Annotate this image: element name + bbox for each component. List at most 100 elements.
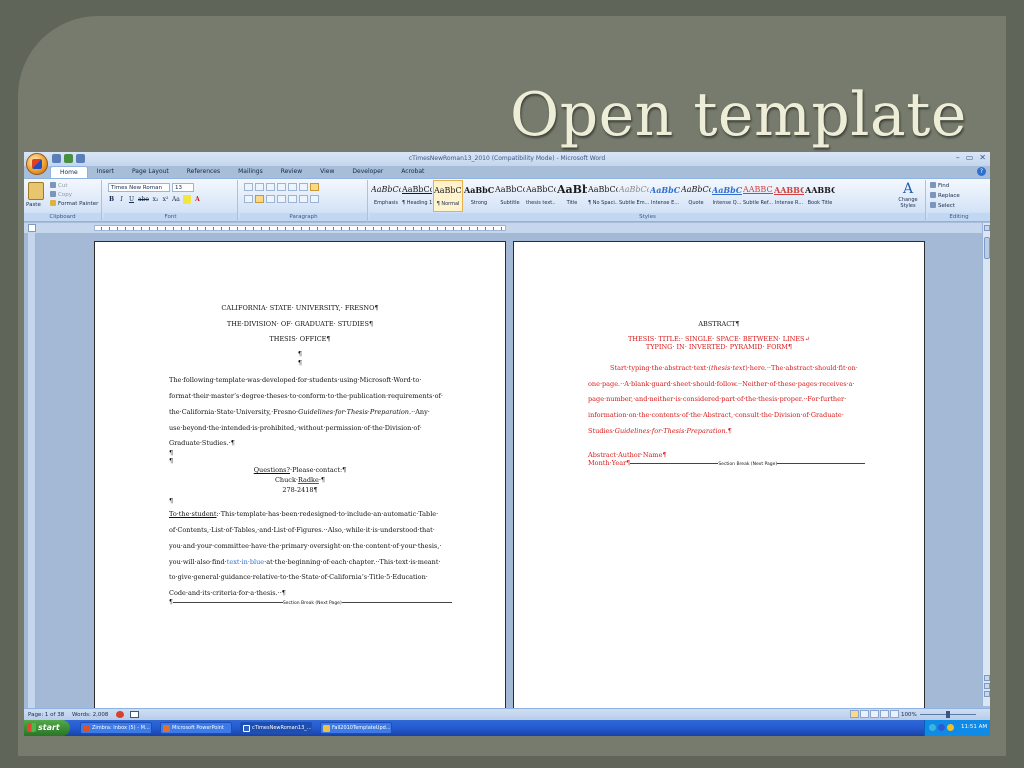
style-tile[interactable]: AaBbCcI Subtitle — [495, 180, 525, 212]
tab-mailings[interactable]: Mailings — [229, 166, 272, 178]
paste-icon[interactable] — [28, 182, 44, 200]
network-icon[interactable] — [929, 724, 936, 731]
numbering-icon[interactable] — [255, 183, 264, 191]
office-button[interactable] — [26, 153, 48, 175]
align-center-icon[interactable] — [255, 195, 264, 203]
align-left-icon[interactable] — [244, 195, 253, 203]
copy-button[interactable]: Copy — [50, 191, 72, 198]
style-tile[interactable]: AaBb(Title — [557, 180, 587, 212]
full-screen-view-button[interactable] — [860, 710, 869, 718]
highlight-icon[interactable] — [182, 195, 191, 204]
font-name-select[interactable]: Times New Roman — [108, 183, 170, 192]
scroll-thumb[interactable] — [984, 237, 990, 259]
print-layout-view-button[interactable] — [850, 710, 859, 718]
style-tile[interactable]: AaBbCcI Subtle Em... — [619, 180, 649, 212]
taskbar-item-folder[interactable]: Fall2010TemplateUpd... — [320, 722, 392, 734]
style-tile[interactable]: AABBCCI Intense R... — [774, 180, 804, 212]
select-button[interactable]: Select — [930, 202, 955, 209]
style-name: Subtitle — [500, 200, 520, 206]
proofing-icon[interactable] — [116, 711, 124, 718]
style-tile[interactable]: AaBbCcI ¶ Heading 1 — [402, 180, 432, 212]
format-painter-button[interactable]: Format Painter — [50, 200, 98, 207]
line-spacing-icon[interactable] — [288, 195, 297, 203]
find-button[interactable]: Find — [930, 182, 949, 189]
style-tile[interactable]: AABBCCI Book Title — [805, 180, 835, 212]
bullets-icon[interactable] — [244, 183, 253, 191]
select-browse-object-button[interactable] — [984, 683, 990, 689]
macro-record-icon[interactable] — [130, 711, 139, 718]
draft-view-button[interactable] — [890, 710, 899, 718]
previous-page-button[interactable] — [984, 675, 990, 681]
section-break: ¶ Section Break (Next Page) — [169, 599, 452, 606]
style-tile[interactable]: AABBCC Subtle Ref... — [743, 180, 773, 212]
style-tile[interactable]: AaBbCcI Intense E... — [650, 180, 680, 212]
start-button[interactable]: start — [24, 720, 70, 736]
minimize-button[interactable]: – — [956, 153, 960, 162]
next-page-button[interactable] — [984, 691, 990, 697]
tab-view[interactable]: View — [311, 166, 343, 178]
strikethrough-button[interactable]: abe — [138, 195, 149, 204]
security-icon[interactable] — [947, 724, 954, 731]
tab-review[interactable]: Review — [272, 166, 311, 178]
italic-button[interactable]: I — [118, 195, 125, 204]
restore-button[interactable]: ▭ — [966, 153, 974, 162]
sort-icon[interactable] — [299, 183, 308, 191]
subscript-button[interactable]: x₂ — [152, 195, 159, 204]
tab-acrobat[interactable]: Acrobat — [392, 166, 433, 178]
ruler-tick — [477, 227, 478, 230]
font-size-select[interactable]: 13 — [172, 183, 194, 192]
zoom-level[interactable]: 100% — [901, 712, 917, 718]
font-color-icon[interactable]: A — [194, 195, 201, 204]
underline-button[interactable]: U — [128, 195, 135, 204]
tab-developer[interactable]: Developer — [343, 166, 392, 178]
ruler-tick — [181, 227, 182, 230]
page-count[interactable]: Page: 1 of 38 — [28, 712, 64, 718]
bold-button[interactable]: B — [108, 195, 115, 204]
change-styles-button[interactable]: A Change Styles — [894, 181, 922, 213]
multilevel-list-icon[interactable] — [266, 183, 275, 191]
show-formatting-icon[interactable] — [310, 183, 319, 191]
style-tile[interactable]: AaBbCcI Emphasis — [371, 180, 401, 212]
scroll-up-button[interactable] — [984, 225, 990, 231]
borders-icon[interactable] — [310, 195, 319, 203]
superscript-button[interactable]: x² — [162, 195, 169, 204]
messenger-icon[interactable] — [938, 724, 945, 731]
page-left[interactable]: CALIFORNIA· STATE· UNIVERSITY,· FRESNO¶ … — [94, 241, 506, 711]
replace-button[interactable]: Replace — [930, 192, 960, 199]
increase-indent-icon[interactable] — [288, 183, 297, 191]
cut-button[interactable]: Cut — [50, 182, 67, 189]
vertical-scrollbar[interactable] — [982, 223, 990, 706]
tab-home[interactable]: Home — [50, 166, 88, 178]
web-layout-view-button[interactable] — [870, 710, 879, 718]
style-tile[interactable]: AaBbCcI Quote — [681, 180, 711, 212]
ruler-track[interactable] — [94, 225, 506, 231]
style-tile[interactable]: AaBbCcI ¶ Normal — [433, 180, 463, 212]
tab-page-layout[interactable]: Page Layout — [123, 166, 178, 178]
paste-button[interactable]: Paste — [26, 202, 41, 208]
close-button[interactable]: ✕ — [979, 153, 986, 162]
outline-view-button[interactable] — [880, 710, 889, 718]
zoom-slider-knob[interactable] — [946, 711, 950, 718]
justify-icon[interactable] — [277, 195, 286, 203]
page-right[interactable]: ABSTRACT¶ THESIS· TITLE:· SINGLE· SPACE·… — [513, 241, 925, 711]
word-count[interactable]: Words: 2,008 — [72, 712, 108, 718]
tab-references[interactable]: References — [178, 166, 229, 178]
intro-line-1: The·following·template·was·developed·for… — [169, 376, 422, 384]
style-tile[interactable]: AaBbCc Strong — [464, 180, 494, 212]
tab-selector[interactable] — [28, 224, 36, 232]
change-case-button[interactable]: Aa — [172, 195, 180, 204]
decrease-indent-icon[interactable] — [277, 183, 286, 191]
taskbar: start Zimbra: Inbox (5) - M... Microsoft… — [24, 720, 990, 736]
align-right-icon[interactable] — [266, 195, 275, 203]
taskbar-item-zimbra[interactable]: Zimbra: Inbox (5) - M... — [80, 722, 152, 734]
help-icon[interactable]: ? — [977, 167, 986, 176]
shading-icon[interactable] — [299, 195, 308, 203]
style-tile[interactable]: AaBbCcI ¶ No Spaci... — [588, 180, 618, 212]
taskbar-item-word[interactable]: cTimesNewRoman13_... — [240, 722, 312, 734]
tab-insert[interactable]: Insert — [88, 166, 123, 178]
taskbar-item-powerpoint[interactable]: Microsoft PowerPoint — [160, 722, 232, 734]
style-tile[interactable]: AaBbCcI Intense Q... — [712, 180, 742, 212]
contact-questions: Questions?·Please·contact:¶ — [253, 466, 347, 474]
style-tile[interactable]: AaBbCcI thesis text... — [526, 180, 556, 212]
ruler-tick — [245, 227, 246, 230]
